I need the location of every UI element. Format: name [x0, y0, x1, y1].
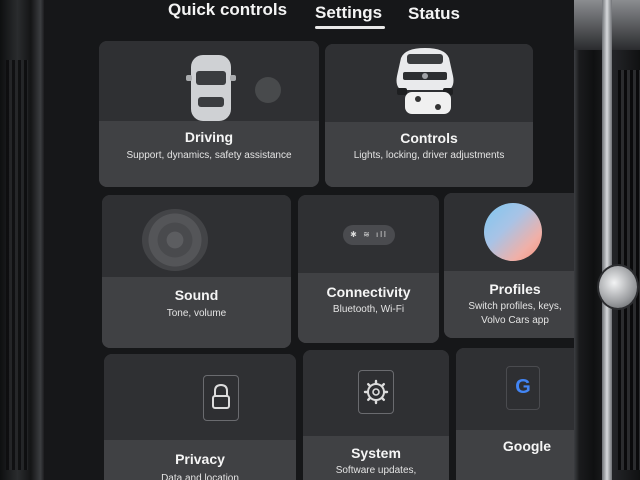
- card-google[interactable]: G Google: [456, 348, 574, 480]
- card-privacy-subtitle: Data and location: [161, 473, 239, 480]
- card-system-title: System: [351, 445, 401, 461]
- card-profiles-subtitle-line2: Volvo Cars app: [481, 315, 549, 326]
- card-system[interactable]: System Software updates,: [303, 350, 449, 480]
- active-tab-indicator: [315, 26, 385, 29]
- card-profiles-subtitle-line1: Switch profiles, keys,: [468, 301, 562, 312]
- card-system-subtitle: Software updates,: [335, 465, 417, 476]
- card-privacy[interactable]: Privacy Data and location: [104, 354, 296, 480]
- tab-quick-controls[interactable]: Quick controls: [168, 0, 287, 20]
- card-controls[interactable]: Controls Lights, locking, driver adjustm…: [325, 44, 533, 187]
- lock-icon: [203, 375, 239, 421]
- card-profiles-title: Profiles: [489, 281, 541, 297]
- right-bezel: [574, 0, 640, 480]
- speaker-disc-icon: [142, 209, 208, 271]
- infotainment-screen: Quick controls Settings Status Driving S…: [44, 0, 574, 480]
- sensor-blur-decoration: [255, 77, 281, 103]
- chrome-trim: [602, 0, 612, 480]
- card-driving-title: Driving: [184, 129, 234, 145]
- card-driving-subtitle: Support, dynamics, safety assistance: [126, 150, 292, 161]
- profile-orb-icon: [484, 203, 542, 261]
- toggle-switches-icon: [405, 92, 451, 114]
- tab-settings[interactable]: Settings: [315, 3, 382, 23]
- top-tabs: Quick controls Settings Status: [44, 0, 574, 34]
- card-connectivity-subtitle: Bluetooth, Wi-Fi: [332, 304, 405, 315]
- left-bezel: [0, 0, 44, 480]
- car-top-view-icon: [186, 55, 236, 121]
- card-connectivity-title: Connectivity: [326, 284, 411, 300]
- card-sound[interactable]: Sound Tone, volume: [102, 195, 291, 348]
- suv-front-icon: [396, 48, 454, 95]
- tab-status[interactable]: Status: [408, 4, 460, 24]
- vent-knob[interactable]: [599, 266, 637, 308]
- card-controls-title: Controls: [400, 130, 458, 146]
- connectivity-status-icon: ✱ ≋ ıll: [343, 225, 395, 245]
- google-logo-icon: G: [506, 366, 540, 410]
- card-privacy-title: Privacy: [175, 451, 225, 467]
- air-vent-left: [6, 60, 28, 470]
- card-driving[interactable]: Driving Support, dynamics, safety assist…: [99, 41, 319, 187]
- card-sound-subtitle: Tone, volume: [166, 308, 227, 319]
- card-google-title: Google: [502, 438, 552, 454]
- card-controls-subtitle: Lights, locking, driver adjustments: [353, 150, 505, 161]
- card-sound-title: Sound: [174, 287, 219, 303]
- card-profiles[interactable]: Profiles Switch profiles, keys, Volvo Ca…: [444, 193, 574, 338]
- card-connectivity[interactable]: ✱ ≋ ıll Connectivity Bluetooth, Wi-Fi: [298, 195, 439, 343]
- gear-icon: [358, 370, 394, 414]
